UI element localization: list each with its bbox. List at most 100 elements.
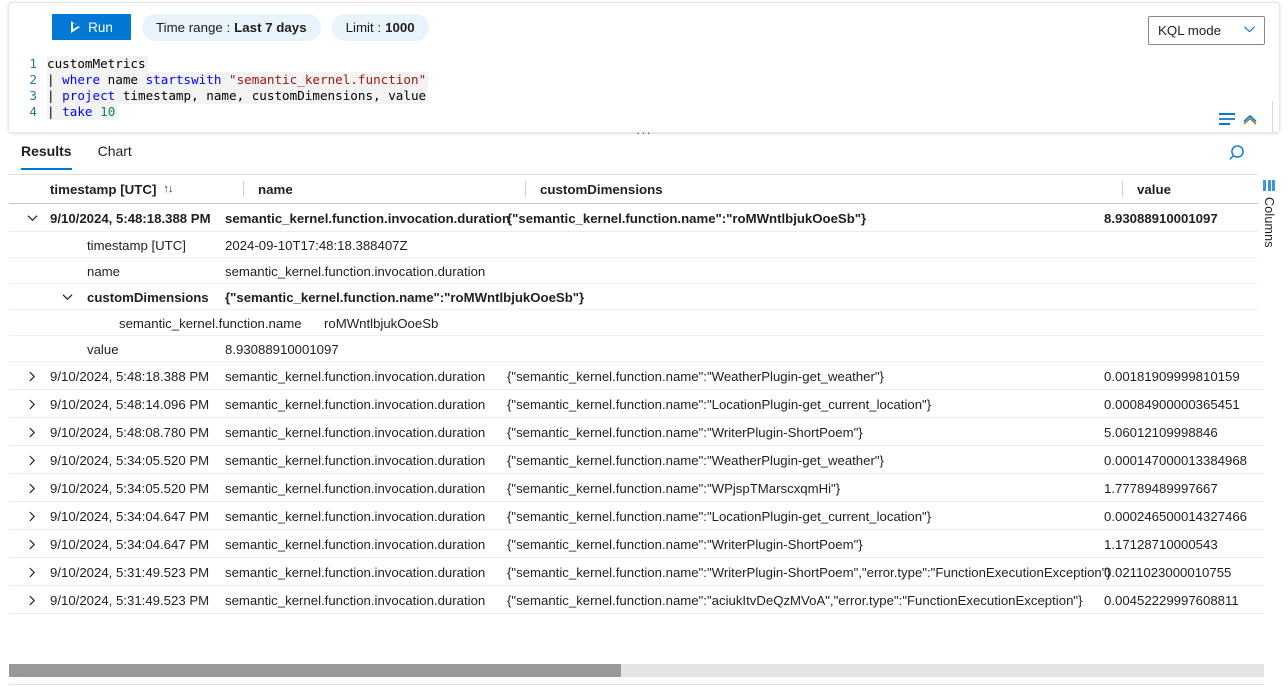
cell-timestamp: 9/10/2024, 5:34:04.647 PM: [50, 530, 209, 558]
limit-value: 1000: [385, 20, 415, 35]
table-row[interactable]: 9/10/2024, 5:34:05.520 PMsemantic_kernel…: [9, 446, 1264, 474]
cell-name: semantic_kernel.function.invocation.dura…: [225, 204, 510, 232]
code-line[interactable]: 2| where name startswith "semantic_kerne…: [9, 72, 428, 88]
cell-value: 1.77789489997667: [1104, 474, 1218, 502]
code-token: "semantic_kernel.function": [229, 72, 426, 87]
detail-key: semantic_kernel.function.name: [119, 310, 302, 336]
limit-pill[interactable]: Limit : 1000: [332, 14, 429, 41]
row-collapse-chevron-icon[interactable]: [24, 204, 40, 232]
code-line[interactable]: 4| take 10: [9, 104, 428, 120]
column-header-timestamp[interactable]: timestamp [UTC]↑↓: [41, 175, 172, 203]
table-row[interactable]: 9/10/2024, 5:34:05.520 PM semantic_kernel…: [9, 474, 1264, 502]
code-text: customMetrics: [47, 56, 148, 72]
code-token: name: [100, 72, 146, 87]
code-token: where: [62, 72, 100, 87]
format-query-icon[interactable]: [1219, 113, 1235, 126]
time-range-pill[interactable]: Time range : Last 7 days: [142, 14, 321, 41]
record-detail-row[interactable]: customDimensions{"semantic_kernel.functi…: [9, 284, 1264, 310]
kql-code-editor[interactable]: 1customMetrics2| where name startswith "…: [9, 51, 1279, 132]
cell-name: semantic_kernel.function.invocation.dura…: [225, 418, 485, 446]
record-detail-row[interactable]: timestamp [UTC]2024-09-10T17:48:18.38840…: [9, 232, 1264, 258]
column-resize-handle[interactable]: [243, 181, 244, 197]
limit-key: Limit :: [346, 20, 381, 35]
cell-name: semantic_kernel.function.invocation.dura…: [225, 474, 485, 502]
grid-body: 9/10/2024, 5:48:18.388 PM semantic_kernel…: [9, 204, 1264, 614]
column-header-label: customDimensions: [540, 182, 663, 197]
cell-timestamp: 9/10/2024, 5:48:18.388 PM: [50, 204, 211, 232]
record-detail-row[interactable]: name semantic_kernel.function.invocation.…: [9, 258, 1264, 284]
cell-value: 5.06012109998846: [1104, 418, 1218, 446]
row-expand-chevron-icon[interactable]: [24, 418, 40, 446]
columns-panel-label: Columns: [1262, 197, 1276, 248]
time-range-value: Last 7 days: [234, 20, 306, 35]
code-token: |: [47, 72, 62, 87]
row-expand-chevron-icon[interactable]: [24, 362, 40, 390]
table-row[interactable]: 9/10/2024, 5:48:08.780 PMsemantic_kernel…: [9, 418, 1264, 446]
code-line[interactable]: 1customMetrics: [9, 56, 428, 72]
code-text: | where name startswith "semantic_kernel…: [47, 72, 428, 88]
panel-resize-handle[interactable]: ···: [0, 129, 1288, 139]
line-number: 2: [9, 72, 47, 88]
cell-value: 0.0211023000010755: [1104, 558, 1231, 586]
cell-customdimensions: {"semantic_kernel.function.name":"Weathe…: [507, 362, 884, 390]
cell-customdimensions: {"semantic_kernel.function.name":"WPjspT…: [507, 474, 840, 502]
table-row[interactable]: 9/10/2024, 5:34:04.647 PMsemantic_kernel…: [9, 530, 1264, 558]
cell-value: 0.00452229997608811: [1104, 586, 1239, 614]
column-header-name[interactable]: name: [249, 175, 293, 203]
sort-arrows-icon[interactable]: ↑↓: [163, 183, 172, 195]
row-expand-chevron-icon[interactable]: [24, 558, 40, 586]
cell-value: 0.000147000013384968: [1104, 446, 1247, 474]
cell-name: semantic_kernel.function.invocation.dura…: [225, 362, 485, 390]
run-button[interactable]: Run: [52, 14, 131, 40]
table-row[interactable]: 9/10/2024, 5:31:49.523 PMsemantic_kernel…: [9, 558, 1264, 586]
row-expand-chevron-icon[interactable]: [24, 390, 40, 418]
code-text: | project timestamp, name, customDimensi…: [47, 88, 428, 104]
row-expand-chevron-icon[interactable]: [24, 586, 40, 614]
detail-collapse-chevron-icon[interactable]: [59, 284, 75, 310]
code-token: take: [62, 104, 92, 119]
detail-key: name: [87, 258, 120, 284]
editor-tools: [1219, 113, 1257, 126]
cell-timestamp: 9/10/2024, 5:34:05.520 PM: [50, 474, 209, 502]
row-expand-chevron-icon[interactable]: [24, 446, 40, 474]
code-line[interactable]: 3| project timestamp, name, customDimens…: [9, 88, 428, 104]
cell-name: semantic_kernel.function.invocation.dura…: [225, 390, 485, 418]
column-header-customDimensions[interactable]: customDimensions: [531, 175, 663, 203]
code-token: project: [62, 88, 115, 103]
record-detail-row[interactable]: value8.93088910001097: [9, 336, 1264, 362]
cell-timestamp: 9/10/2024, 5:48:18.388 PM: [50, 362, 209, 390]
horizontal-scrollbar-thumb[interactable]: [9, 664, 621, 677]
column-resize-handle[interactable]: [1122, 181, 1123, 197]
table-row[interactable]: 9/10/2024, 5:48:18.388 PM semantic_kernel…: [9, 204, 1264, 232]
columns-panel-toggle[interactable]: Columns: [1258, 174, 1280, 334]
column-header-label: name: [258, 182, 293, 197]
record-detail-row[interactable]: semantic_kernel.function.nameroMWntlbjuk…: [9, 310, 1264, 336]
row-expand-chevron-icon[interactable]: [24, 530, 40, 558]
column-header-label: value: [1137, 182, 1171, 197]
tab-results[interactable]: Results: [9, 140, 86, 170]
table-row[interactable]: 9/10/2024, 5:48:18.388 PM semantic_kernel…: [9, 362, 1264, 390]
cell-customdimensions: {"semantic_kernel.function.name":"roMWnt…: [507, 204, 866, 232]
query-mode-dropdown[interactable]: KQL mode: [1148, 16, 1265, 45]
grid-header-row: timestamp [UTC]↑↓ name customDimensions val…: [9, 175, 1264, 204]
horizontal-scrollbar[interactable]: [9, 664, 1264, 677]
column-resize-handle[interactable]: [525, 181, 526, 197]
tab-chart[interactable]: Chart: [86, 140, 146, 170]
query-toolbar: Run Time range : Last 7 days Limit : 100…: [9, 3, 1279, 51]
column-header-value[interactable]: value: [1128, 175, 1171, 203]
detail-value: semantic_kernel.function.invocation.dura…: [225, 258, 485, 284]
table-row[interactable]: 9/10/2024, 5:48:14.096 PMsemantic_kernel…: [9, 390, 1264, 418]
table-row[interactable]: 9/10/2024, 5:34:04.647 PMsemantic_kernel…: [9, 502, 1264, 530]
code-token: [93, 104, 101, 119]
code-lines[interactable]: 1customMetrics2| where name startswith "…: [9, 56, 428, 120]
query-mode-label: KQL mode: [1158, 23, 1221, 38]
cell-customdimensions: {"semantic_kernel.function.name":"Weathe…: [507, 446, 884, 474]
cell-name: semantic_kernel.function.invocation.dura…: [225, 586, 485, 614]
row-expand-chevron-icon[interactable]: [24, 502, 40, 530]
editor-vertical-scrollbar[interactable]: [1272, 101, 1273, 132]
chevron-up-icon[interactable]: [1243, 114, 1257, 126]
table-row[interactable]: 9/10/2024, 5:31:49.523 PMsemantic_kernel…: [9, 586, 1264, 614]
play-icon: [70, 21, 82, 33]
row-expand-chevron-icon[interactable]: [24, 474, 40, 502]
search-icon[interactable]: [1227, 142, 1251, 166]
